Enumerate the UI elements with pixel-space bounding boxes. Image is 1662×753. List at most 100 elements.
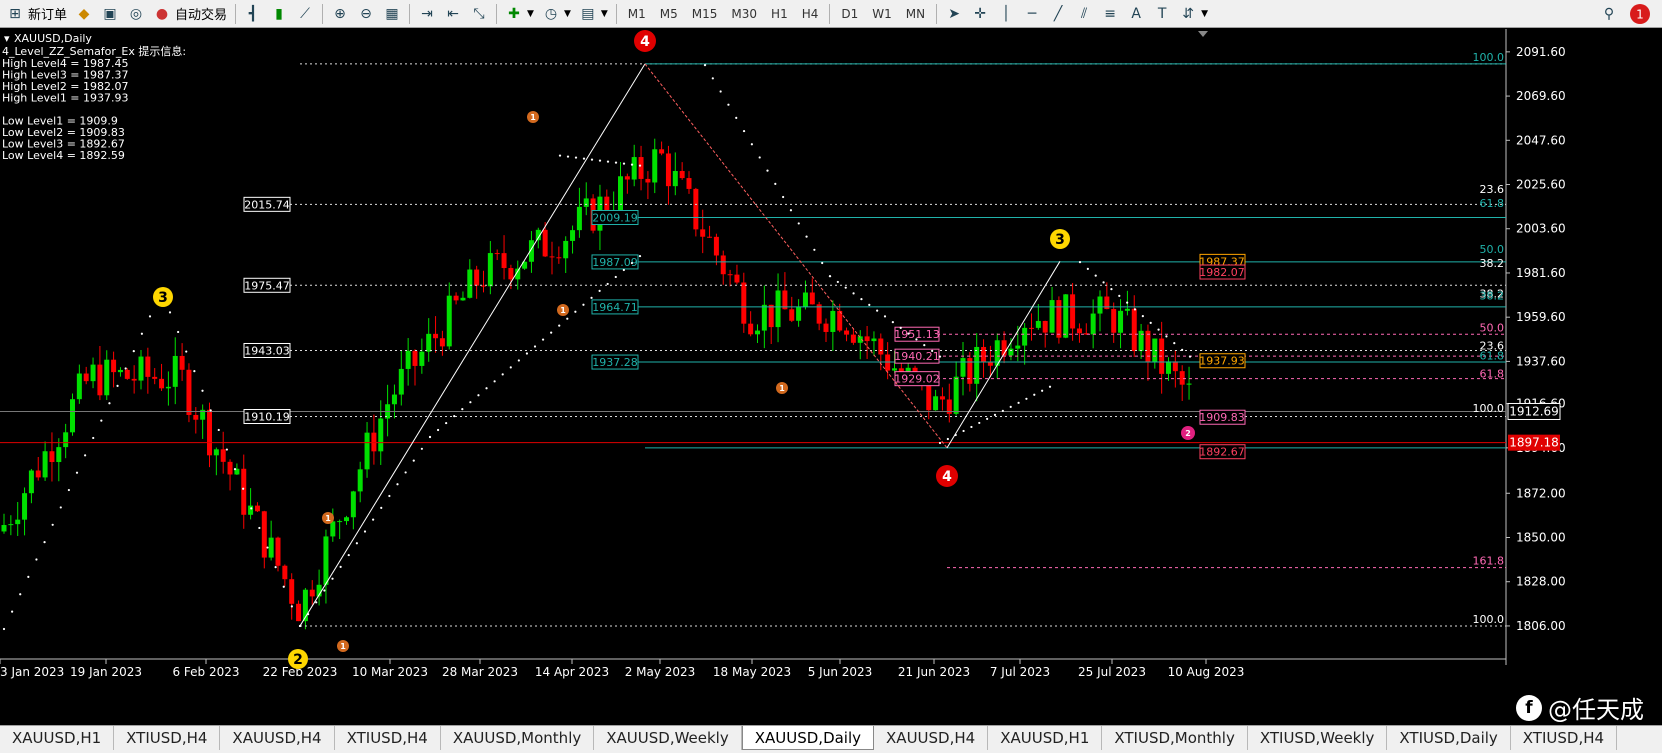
candle-body: [439, 338, 445, 347]
sar-dot: [735, 116, 738, 119]
candle-body: [741, 282, 747, 324]
candle-body: [1111, 309, 1117, 333]
tile-windows-button[interactable]: ▦: [379, 2, 405, 26]
candle-body: [90, 364, 96, 382]
trendline-button[interactable]: ╱: [1045, 2, 1071, 26]
metaeditor-button[interactable]: ◆: [71, 2, 97, 26]
template-icon: ▤: [581, 5, 595, 22]
timeframe-h4[interactable]: H4: [795, 2, 826, 26]
notification-badge[interactable]: 1: [1628, 2, 1652, 26]
label-button[interactable]: T: [1149, 2, 1175, 26]
tab-xtiusd-weekly[interactable]: XTIUSD,Weekly: [1248, 726, 1388, 750]
candle-body: [323, 536, 329, 585]
sar-dot: [1173, 341, 1176, 345]
sar-dot: [1041, 389, 1044, 392]
tab-xauusd-h4[interactable]: XAUUSD,H4: [220, 726, 335, 750]
timeframe-mn[interactable]: MN: [899, 2, 932, 26]
fib-level-label: 50.0: [1480, 321, 1505, 334]
tab-xauusd-daily[interactable]: XAUUSD,Daily: [741, 726, 875, 750]
search-button[interactable]: ⚲: [1596, 2, 1622, 26]
tab-xauusd-weekly[interactable]: XAUUSD,Weekly: [594, 726, 742, 750]
sar-dot: [35, 558, 38, 561]
tab-xtiusd-h4[interactable]: XTIUSD,H4: [114, 726, 221, 750]
arrows-button[interactable]: ⇵ ▼: [1175, 2, 1212, 26]
zoom-in-button[interactable]: ⊕: [327, 2, 353, 26]
timeframe-w1[interactable]: W1: [865, 2, 899, 26]
crosshair-button[interactable]: ✛: [967, 2, 993, 26]
templates-button[interactable]: ▤ ▼: [575, 2, 612, 26]
chart-shift-button[interactable]: ⇤: [440, 2, 466, 26]
tab-xtiusd-daily[interactable]: XTIUSD,Daily: [1387, 726, 1511, 750]
vertical-line-button[interactable]: │: [993, 2, 1019, 26]
chart-shift-button-2[interactable]: ⤡: [466, 2, 492, 26]
fibonacci-button[interactable]: ≡: [1097, 2, 1123, 26]
candle-body: [446, 295, 452, 347]
auto-trade-button[interactable]: ● 自动交易: [149, 2, 231, 26]
sar-dot: [638, 164, 642, 167]
channel-button[interactable]: ⫽: [1071, 2, 1097, 26]
candle-body: [933, 396, 939, 411]
text-button[interactable]: A: [1123, 2, 1149, 26]
cursor-button[interactable]: ➤: [941, 2, 967, 26]
timeframe-d1[interactable]: D1: [834, 2, 865, 26]
sar-dot: [622, 268, 625, 272]
periods-button[interactable]: ◷ ▼: [538, 2, 575, 26]
candle-body: [707, 236, 713, 238]
price-chart[interactable]: 2091.60 2069.60 2047.60 2025.60 2003.60 1981.…: [0, 29, 1662, 725]
sar-dot: [177, 330, 180, 334]
candle-chart-button[interactable]: ▮: [266, 2, 292, 26]
timeframe-m15[interactable]: M15: [685, 2, 725, 26]
timeframe-m5[interactable]: M5: [653, 2, 685, 26]
price-tick-label: 1828.00: [1516, 575, 1566, 589]
tab-xauusd-h1[interactable]: XAUUSD,H1: [0, 726, 115, 750]
tab-xauusd-h4[interactable]: XAUUSD,H4: [874, 726, 989, 750]
candle-body: [487, 253, 493, 287]
price-tick-label: 1872.00: [1516, 486, 1566, 500]
chart-canvas[interactable]: 2091.60 2069.60 2047.60 2025.60 2003.60 1981.…: [0, 29, 1662, 725]
sar-dot: [19, 593, 22, 596]
sar-dot: [876, 309, 879, 312]
candle-body: [213, 449, 219, 456]
candle-body: [391, 394, 397, 405]
line-chart-button[interactable]: ⟋: [292, 2, 318, 26]
bar-chart-button[interactable]: ┫: [240, 2, 266, 26]
candle-body: [713, 236, 719, 256]
date-tick-label: 19 Jan 2023: [70, 665, 142, 679]
timeframe-m30[interactable]: M30: [724, 2, 764, 26]
signals-button[interactable]: ◎: [123, 2, 149, 26]
semafor-label: 1: [340, 642, 346, 651]
candle-body: [665, 153, 671, 187]
terminal-button[interactable]: ▣: [97, 2, 123, 26]
tab-xauusd-h1[interactable]: XAUUSD,H1: [988, 726, 1103, 750]
fibonacci-icon: ≡: [1104, 5, 1116, 22]
sar-dot: [766, 169, 769, 172]
candle-body: [193, 414, 199, 420]
timeframe-h1[interactable]: H1: [764, 2, 795, 26]
timeframe-m1[interactable]: M1: [621, 2, 653, 26]
indicators-button[interactable]: ✚ ▼: [501, 2, 538, 26]
sar-dot: [986, 417, 989, 420]
white-level-label: 2015.74: [244, 198, 290, 211]
sar-dot: [185, 350, 188, 353]
autoscroll-button[interactable]: ⇥: [414, 2, 440, 26]
date-tick-label: 21 Jun 2023: [898, 665, 970, 679]
tab-xtiusd-h4[interactable]: XTIUSD,H4: [335, 726, 441, 750]
candle-body: [398, 368, 404, 395]
sar-dot: [148, 315, 152, 318]
channel-icon: ⫽: [1080, 5, 1088, 22]
candle-body: [70, 399, 75, 433]
tab-xtiusd-h4[interactable]: XTIUSD,H4: [1511, 726, 1618, 750]
auto-trade-label: 自动交易: [175, 8, 228, 23]
new-order-label: 新订单: [28, 8, 68, 23]
candle-body: [350, 491, 356, 518]
zoom-out-button[interactable]: ⊖: [353, 2, 379, 26]
tab-xtiusd-monthly[interactable]: XTIUSD,Monthly: [1102, 726, 1248, 750]
sar-dot: [396, 483, 399, 486]
horizontal-line-button[interactable]: ─: [1019, 2, 1045, 26]
sar-dot: [931, 349, 934, 352]
fib-level-label: 61.8: [1480, 368, 1505, 381]
fib-level-label: 61.8: [1480, 350, 1505, 363]
sar-dot: [108, 402, 111, 405]
tab-xauusd-monthly[interactable]: XAUUSD,Monthly: [441, 726, 595, 750]
new-order-button[interactable]: ⊞ 新订单: [2, 2, 71, 26]
